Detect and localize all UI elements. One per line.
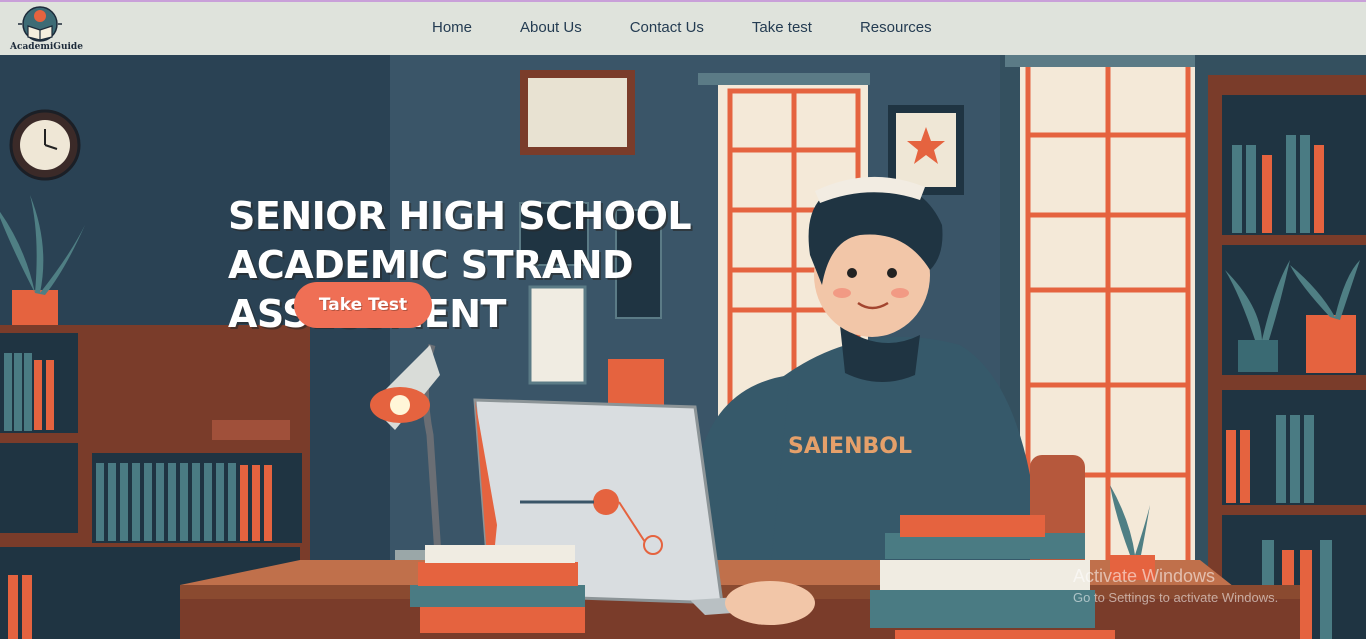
watermark-line-1: Activate Windows [1073,566,1216,586]
navbar: AcademiGuide Home About Us Contact Us Ta… [0,0,1366,55]
clock-illustration [9,109,81,181]
hero-illustration: SAIENBOL [0,55,1366,639]
nav-contact-us[interactable]: Contact Us [630,19,704,36]
logo-text: AcademiGuide [10,42,83,52]
hand [725,581,815,625]
nav-take-test[interactable]: Take test [752,19,812,36]
sweatshirt-text: SAIENBOL [788,434,912,459]
nav-about-us[interactable]: About Us [520,19,582,36]
windows-activation-watermark: Activate Windows Go to Settings to activ… [1073,566,1278,605]
nav-resources[interactable]: Resources [860,19,932,36]
nav-home[interactable]: Home [432,19,472,36]
hero-title-line-2: ACADEMIC STRAND [228,243,634,288]
hero-section: SAIENBOL SENIOR HIGH SCHOOL ACADEMIC STR… [0,55,1366,639]
book-stack-left [410,545,585,633]
bookshelf-right [1208,75,1366,639]
hero-title-line-1: SENIOR HIGH SCHOOL [228,194,692,239]
main-nav: Home About Us Contact Us Take test Resou… [432,19,932,36]
watermark-line-2: Go to Settings to activate Windows. [1073,590,1279,605]
take-test-button[interactable]: Take Test [294,282,432,328]
